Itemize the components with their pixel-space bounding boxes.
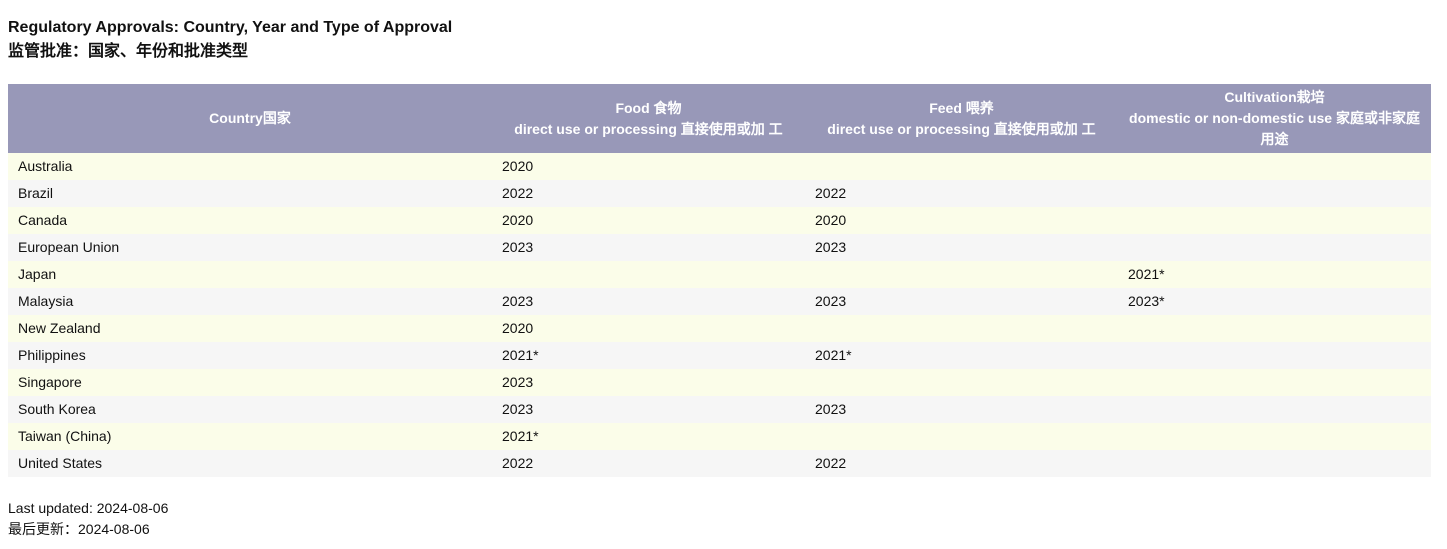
cell-food: 2023 xyxy=(492,369,805,396)
table-row: Taiwan (China) 2021* xyxy=(8,423,1431,450)
header-feed-subtitle: direct use or processing 直接使用或加 工 xyxy=(827,120,1096,137)
approvals-table-header: Country国家 Food 食物 direct use or processi… xyxy=(8,84,1431,153)
cell-food: 2023 xyxy=(492,396,805,423)
cell-feed: 2020 xyxy=(805,207,1118,234)
header-cultivation-title: Cultivation栽培 xyxy=(1224,89,1325,105)
header-country: Country国家 xyxy=(8,84,492,153)
cell-cultivation xyxy=(1118,153,1431,180)
header-row: Country国家 Food 食物 direct use or processi… xyxy=(8,84,1431,153)
cell-feed xyxy=(805,369,1118,396)
cell-cultivation: 2021* xyxy=(1118,261,1431,288)
cell-food xyxy=(492,261,805,288)
header-feed-title: Feed 喂养 xyxy=(929,99,994,116)
approvals-table: Country国家 Food 食物 direct use or processi… xyxy=(8,84,1431,477)
cell-cultivation xyxy=(1118,207,1431,234)
cell-feed xyxy=(805,261,1118,288)
cell-cultivation xyxy=(1118,450,1431,477)
cell-country: Philippines xyxy=(8,342,492,369)
header-cultivation: Cultivation栽培 domestic or non-domestic u… xyxy=(1118,84,1431,153)
cell-food: 2020 xyxy=(492,207,805,234)
header-country-label: Country国家 xyxy=(209,110,291,126)
cell-cultivation: 2023* xyxy=(1118,288,1431,315)
cell-country: United States xyxy=(8,450,492,477)
page-title: Regulatory Approvals: Country, Year and … xyxy=(8,16,452,64)
cell-country: Brazil xyxy=(8,180,492,207)
last-updated-english: Last updated: 2024-08-06 xyxy=(8,500,169,516)
cell-country: Canada xyxy=(8,207,492,234)
header-food-subtitle: direct use or processing 直接使用或加 工 xyxy=(514,120,783,137)
cell-country: Australia xyxy=(8,153,492,180)
cell-food: 2021* xyxy=(492,342,805,369)
cell-feed: 2023 xyxy=(805,396,1118,423)
approvals-table-body: Australia 2020 Brazil 2022 2022 Canada 2… xyxy=(8,153,1431,477)
cell-food: 2020 xyxy=(492,315,805,342)
cell-country: South Korea xyxy=(8,396,492,423)
cell-feed xyxy=(805,315,1118,342)
cell-feed: 2023 xyxy=(805,234,1118,261)
table-row: Brazil 2022 2022 xyxy=(8,180,1431,207)
cell-food: 2021* xyxy=(492,423,805,450)
last-updated-note: Last updated: 2024-08-06 最后更新：2024-08-06 xyxy=(8,498,168,540)
cell-cultivation xyxy=(1118,315,1431,342)
cell-food: 2022 xyxy=(492,450,805,477)
cell-feed: 2023 xyxy=(805,288,1118,315)
cell-country: Malaysia xyxy=(8,288,492,315)
page-title-chinese: 监管批准：国家、年份和批准类型 xyxy=(8,43,249,60)
table-row: Japan 2021* xyxy=(8,261,1431,288)
cell-country: New Zealand xyxy=(8,315,492,342)
header-food: Food 食物 direct use or processing 直接使用或加 … xyxy=(492,84,805,153)
cell-country: European Union xyxy=(8,234,492,261)
table-row: European Union 2023 2023 xyxy=(8,234,1431,261)
table-row: United States 2022 2022 xyxy=(8,450,1431,477)
cell-cultivation xyxy=(1118,396,1431,423)
table-row: Australia 2020 xyxy=(8,153,1431,180)
cell-country: Japan xyxy=(8,261,492,288)
cell-cultivation xyxy=(1118,180,1431,207)
cell-cultivation xyxy=(1118,423,1431,450)
last-updated-chinese: 最后更新：2024-08-06 xyxy=(8,521,150,537)
cell-cultivation xyxy=(1118,342,1431,369)
cell-food: 2023 xyxy=(492,234,805,261)
cell-food: 2023 xyxy=(492,288,805,315)
table-row: New Zealand 2020 xyxy=(8,315,1431,342)
cell-country: Singapore xyxy=(8,369,492,396)
cell-country: Taiwan (China) xyxy=(8,423,492,450)
header-cultivation-subtitle: domestic or non-domestic use 家庭或非家庭用途 xyxy=(1129,110,1420,147)
cell-cultivation xyxy=(1118,369,1431,396)
header-food-title: Food 食物 xyxy=(615,99,682,116)
table-row: Singapore 2023 xyxy=(8,369,1431,396)
cell-feed xyxy=(805,153,1118,180)
header-feed: Feed 喂养 direct use or processing 直接使用或加 … xyxy=(805,84,1118,153)
table-row: Canada 2020 2020 xyxy=(8,207,1431,234)
cell-feed: 2022 xyxy=(805,180,1118,207)
cell-food: 2022 xyxy=(492,180,805,207)
page-title-english: Regulatory Approvals: Country, Year and … xyxy=(8,19,453,36)
cell-food: 2020 xyxy=(492,153,805,180)
cell-feed: 2022 xyxy=(805,450,1118,477)
cell-cultivation xyxy=(1118,234,1431,261)
table-row: South Korea 2023 2023 xyxy=(8,396,1431,423)
table-row: Malaysia 2023 2023 2023* xyxy=(8,288,1431,315)
cell-feed xyxy=(805,423,1118,450)
cell-feed: 2021* xyxy=(805,342,1118,369)
table-row: Philippines 2021* 2021* xyxy=(8,342,1431,369)
